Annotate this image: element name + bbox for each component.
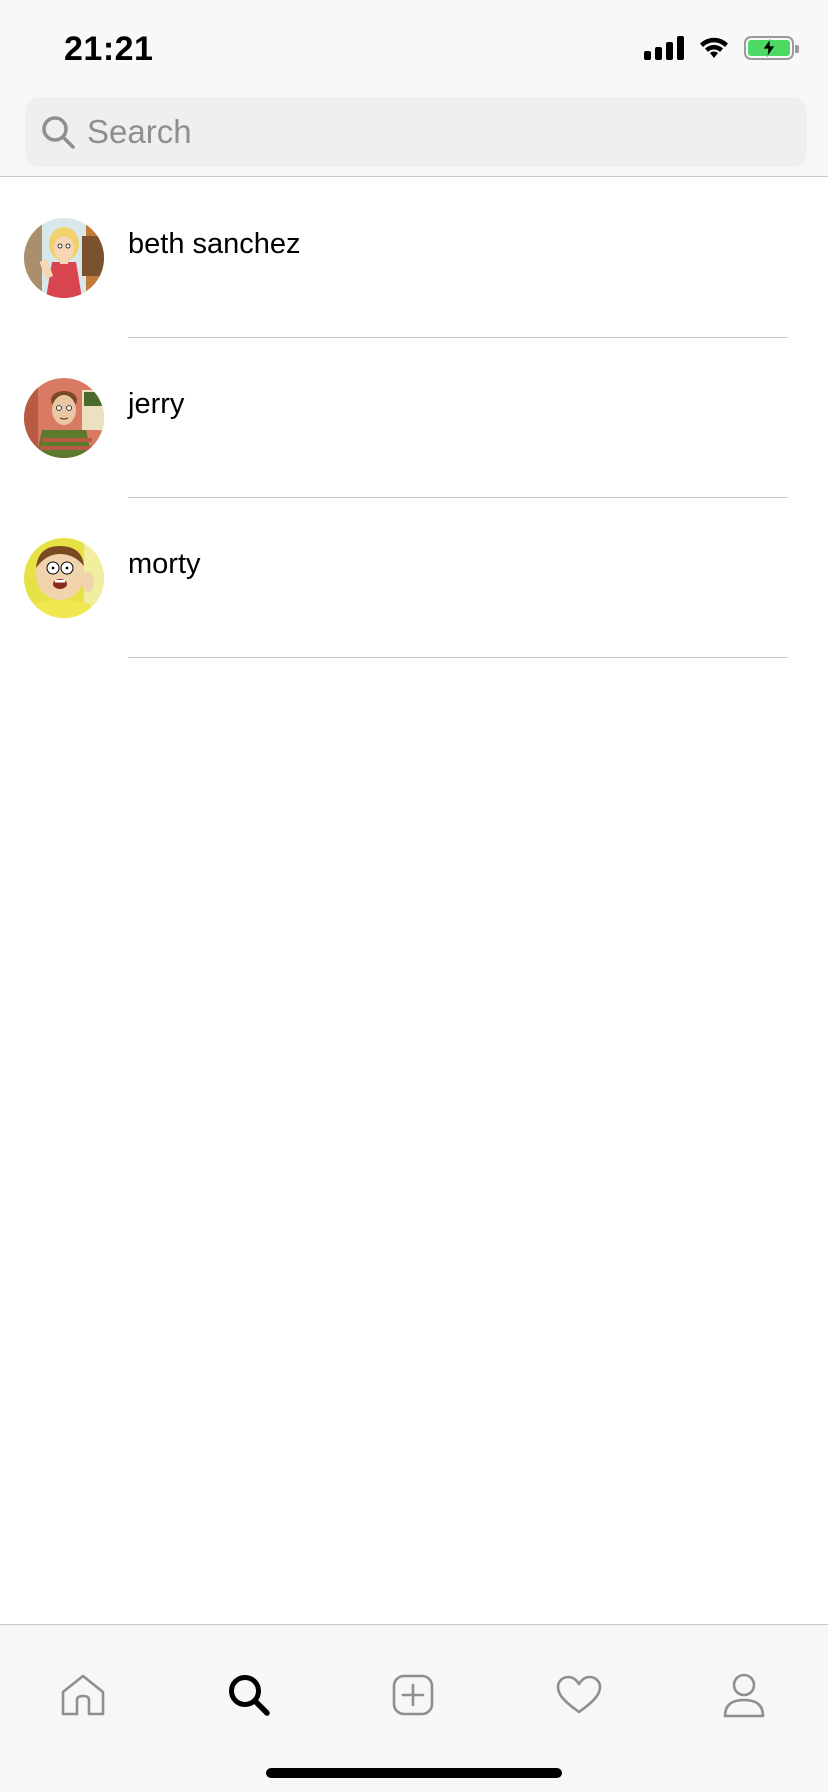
heart-icon [556, 1675, 602, 1714]
search-icon [39, 113, 77, 151]
user-name: jerry [128, 388, 185, 420]
avatar [24, 538, 104, 618]
search-bar[interactable] [25, 97, 807, 167]
status-icons [644, 36, 799, 60]
home-icon [61, 1674, 105, 1716]
divider [128, 657, 788, 658]
list-item[interactable]: jerry [0, 338, 828, 498]
list-item[interactable]: morty [0, 498, 828, 658]
avatar [24, 378, 104, 458]
tab-home[interactable] [35, 1647, 131, 1743]
wifi-icon [700, 37, 728, 58]
header: 21:21 [0, 0, 828, 177]
tab-profile[interactable] [696, 1647, 792, 1743]
user-name: morty [128, 548, 201, 580]
tab-activity[interactable] [531, 1647, 627, 1743]
tab-bar [0, 1624, 828, 1792]
search-input[interactable] [87, 113, 767, 151]
tab-add[interactable] [365, 1647, 461, 1743]
status-time: 21:21 [64, 30, 154, 68]
battery-icon [744, 36, 799, 60]
search-icon [229, 1675, 270, 1716]
list-item[interactable]: beth sanchez [0, 178, 828, 338]
home-indicator[interactable] [266, 1768, 562, 1778]
avatar [24, 218, 104, 298]
user-name: beth sanchez [128, 228, 301, 260]
profile-icon [723, 1673, 765, 1718]
tab-search[interactable] [201, 1647, 297, 1743]
screen: 21:21 Search beth sanchez jerry morty [0, 0, 828, 1792]
user-results-list: beth sanchez jerry morty [0, 178, 828, 658]
add-icon [392, 1674, 434, 1716]
cellular-signal-icon [644, 36, 684, 60]
